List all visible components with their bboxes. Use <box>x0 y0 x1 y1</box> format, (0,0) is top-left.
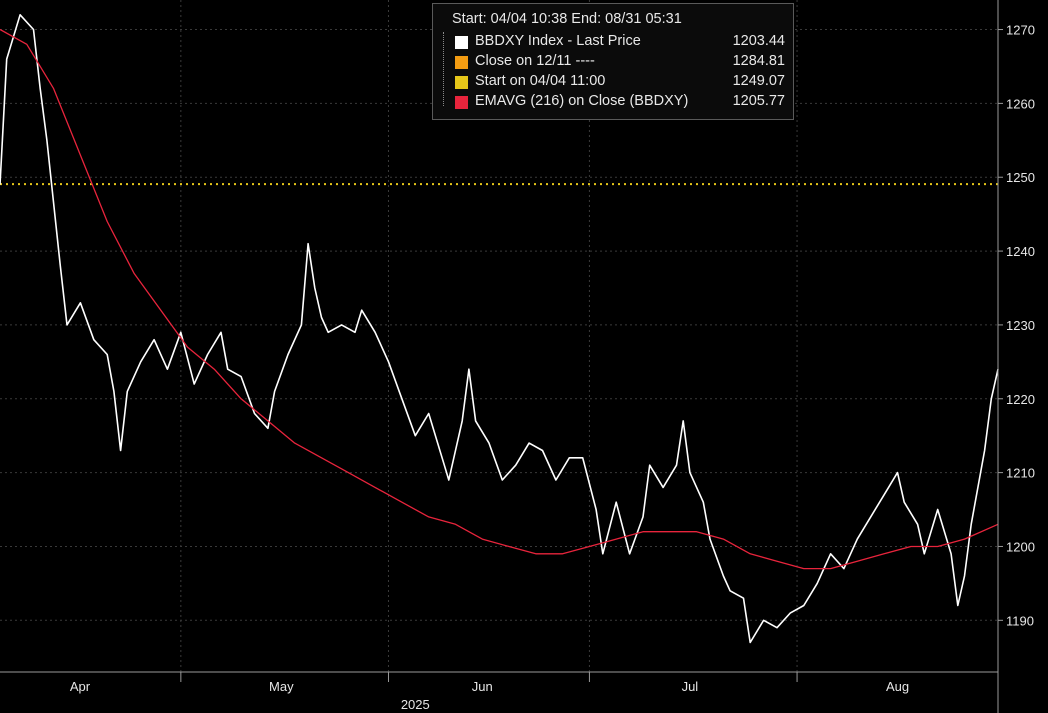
x-axis: Apr May Jun Jul Aug 2025 <box>0 671 998 712</box>
legend-tree-connector <box>443 32 450 106</box>
legend-item-start[interactable]: Start on 04/04 11:00 1249.07 <box>455 72 785 92</box>
x-tick-label: Apr <box>70 679 91 694</box>
legend-item-label: EMAVG (216) on Close (BBDXY) <box>475 93 689 109</box>
y-tick-label: 1270 <box>1006 23 1035 38</box>
y-axis: 1190 1200 1210 1220 1230 1240 1250 1260 1270 <box>997 0 1035 713</box>
x-tick-label: May <box>269 679 294 694</box>
legend-item-value: 1284.81 <box>732 53 785 69</box>
x-tick-label: Aug <box>886 679 909 694</box>
legend-item-value: 1205.77 <box>732 93 785 109</box>
x-tick-label: Jul <box>682 679 699 694</box>
legend-item-value: 1203.44 <box>732 33 785 49</box>
legend-item-last-price[interactable]: BBDXY Index - Last Price 1203.44 <box>455 32 785 52</box>
x-year-label: 2025 <box>401 697 430 712</box>
chart-legend: Start: 04/04 10:38 End: 08/31 05:31 BBDX… <box>432 3 794 120</box>
y-tick-label: 1200 <box>1006 539 1035 554</box>
y-tick-label: 1230 <box>1006 318 1035 333</box>
y-tick-label: 1260 <box>1006 96 1035 111</box>
y-tick-label: 1250 <box>1006 170 1035 185</box>
y-tick-label: 1210 <box>1006 466 1035 481</box>
y-tick-label: 1190 <box>1006 613 1034 628</box>
x-tick-label: Jun <box>472 679 493 694</box>
legend-swatch <box>455 76 468 89</box>
legend-item-close[interactable]: Close on 12/11 ---- 1284.81 <box>455 52 785 72</box>
legend-swatch <box>455 36 468 49</box>
y-tick-label: 1240 <box>1006 244 1035 259</box>
legend-item-value: 1249.07 <box>732 73 785 89</box>
legend-header: Start: 04/04 10:38 End: 08/31 05:31 <box>452 11 682 27</box>
legend-item-label: Start on 04/04 11:00 <box>475 73 606 89</box>
legend-item-label: Close on 12/11 ---- <box>475 53 595 69</box>
legend-item-label: BBDXY Index - Last Price <box>475 33 641 49</box>
legend-item-emavg[interactable]: EMAVG (216) on Close (BBDXY) 1205.77 <box>455 92 785 112</box>
legend-swatch <box>455 56 468 69</box>
y-tick-label: 1220 <box>1006 392 1035 407</box>
legend-swatch <box>455 96 468 109</box>
